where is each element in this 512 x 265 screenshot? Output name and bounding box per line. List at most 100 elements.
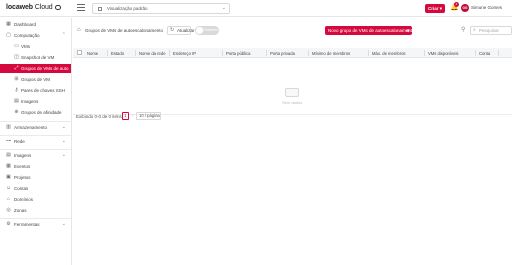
user-icon: ☺: [6, 185, 12, 191]
home-icon[interactable]: ⌂: [77, 27, 81, 34]
computer-icon: ▢: [6, 32, 11, 38]
sidebar-item-label: Rede: [14, 139, 25, 144]
page-number[interactable]: 1: [122, 112, 129, 120]
sidebar-item-ssh-keys[interactable]: ⚷ Pares de chaves SSH: [0, 86, 71, 95]
calendar-icon: ▦: [6, 163, 11, 169]
sidebar-item-affinity-groups[interactable]: ⊕ Grupos de afinidade: [0, 108, 71, 117]
logo[interactable]: locaweb Cloud: [6, 4, 61, 11]
menu-toggle-button[interactable]: [77, 4, 85, 12]
sidebar-item-zones[interactable]: ◎ Zonas: [0, 206, 71, 215]
page-size-select[interactable]: 10 / página ⌄: [136, 112, 161, 120]
column-header[interactable]: Porta pública: [226, 51, 250, 56]
sidebar-item-label: Zonas: [14, 208, 27, 213]
refresh-button-label: Atualizar: [177, 28, 195, 33]
wrench-icon: ⚙: [6, 221, 11, 227]
column-separator: [498, 50, 499, 56]
new-group-button-label: Novo grupo de VMs de autoescalonamento: [328, 28, 415, 33]
sidebar-item-label: Grupos de VMs de auto: [21, 66, 69, 71]
empty-inbox-icon: [285, 88, 299, 97]
column-header[interactable]: Máx. de membros: [372, 51, 406, 56]
logo-text: locaweb: [6, 4, 33, 11]
sidebar-divider: [0, 135, 71, 136]
sidebar-item-tools[interactable]: ⚙ Ferramentas ⌄: [0, 220, 71, 229]
sidebar-item-label: Armazenamento: [14, 125, 48, 130]
project-select-value: Visualização padrão: [107, 6, 148, 11]
sidebar-item-label: Eventos: [14, 164, 31, 169]
sidebar-item-label: Contas: [14, 186, 29, 191]
sidebar-item-label: Imagens: [14, 153, 32, 158]
sidebar-item-vms[interactable]: ▭ VMs: [0, 42, 71, 51]
new-autoscale-group-button[interactable]: Novo grupo de VMs de autoescalonamento ⊕: [325, 26, 415, 35]
sidebar-item-label: Computação: [14, 33, 40, 38]
sidebar-item-dashboard[interactable]: ▦ Dashboard: [0, 20, 71, 29]
column-header[interactable]: Estado: [111, 51, 124, 56]
sidebar-item-images-sub[interactable]: ▤ Imagens: [0, 97, 71, 106]
chevron-left-icon[interactable]: ‹: [116, 113, 118, 119]
sidebar-item-accounts[interactable]: ☺ Contas: [0, 184, 71, 193]
sidebar-item-projects[interactable]: ▣ Projetos: [0, 173, 71, 182]
column-header[interactable]: Nome: [87, 51, 98, 56]
sidebar-item-snapshot-vm[interactable]: ◫ Snapshot de VM: [0, 53, 71, 62]
refresh-icon: ↻: [170, 27, 175, 33]
sidebar-item-storage[interactable]: ▥ Armazenamento ⌄: [0, 123, 71, 132]
empty-text: Sem dados: [282, 100, 303, 105]
globe-icon: ◎: [6, 207, 11, 213]
column-separator: [308, 50, 309, 56]
column-separator: [169, 50, 170, 56]
search-icon: ⌕: [473, 27, 476, 33]
search-input[interactable]: ⌕ Pesquisar: [470, 26, 512, 35]
sidebar-item-domains[interactable]: ⌂ Domínios: [0, 195, 71, 204]
sidebar-item-images[interactable]: ▤ Imagens ⌄: [0, 151, 71, 160]
details-toggle[interactable]: Detalhes: [195, 26, 219, 35]
camera-icon: ◫: [14, 54, 19, 60]
column-separator: [222, 50, 223, 56]
image-icon: ▤: [14, 98, 19, 104]
sidebar-item-network[interactable]: ⊶ Rede ⌄: [0, 137, 71, 146]
column-header[interactable]: Porta privada: [270, 51, 295, 56]
column-header[interactable]: Mínimo de membros: [312, 51, 350, 56]
sidebar-divider: [0, 149, 71, 150]
select-all-checkbox[interactable]: [77, 50, 82, 55]
sidebar-item-vm-groups[interactable]: ⊞ Grupos de VM: [0, 75, 71, 84]
toolbar: ⌂ Grupos de VMs de autoescalonamento ↻ A…: [73, 26, 512, 36]
plus-icon: ⊕: [406, 28, 410, 33]
grid-icon: [98, 7, 102, 11]
sidebar-item-computacao[interactable]: ▢ Computação ⌃: [0, 31, 71, 40]
domain-icon: ⌂: [6, 196, 11, 202]
image-icon: ▤: [6, 152, 11, 158]
user-name[interactable]: Simone Gomes: [471, 5, 502, 10]
sidebar-item-label: Snapshot de VM: [21, 55, 55, 60]
group-icon: ⊞: [14, 76, 19, 82]
dashboard-icon: ▦: [6, 21, 11, 27]
column-separator: [107, 50, 108, 56]
key-icon: ⚷: [14, 87, 19, 93]
avatar[interactable]: GG: [461, 4, 469, 12]
chevron-down-icon: ⌄: [61, 138, 66, 144]
scale-icon: ⤢: [14, 65, 19, 71]
project-select[interactable]: Visualização padrão ⌄: [92, 3, 230, 14]
create-button-label: Criar: [427, 6, 439, 11]
create-button[interactable]: Criar ▾: [425, 4, 445, 13]
column-header[interactable]: Endereço IP: [173, 51, 196, 56]
empty-state: Sem dados: [73, 58, 512, 115]
column-separator: [266, 50, 267, 56]
sidebar-item-events[interactable]: ▦ Eventos: [0, 162, 71, 171]
table-header: Nome Estado Nome da rede Endereço IP Por…: [73, 48, 512, 58]
toggle-knob: [196, 27, 203, 34]
column-separator: [368, 50, 369, 56]
sidebar-divider: [0, 218, 71, 219]
sidebar-item-autoscale-groups[interactable]: ⤢ Grupos de VMs de auto: [0, 64, 71, 73]
sidebar-item-label: Grupos de afinidade: [21, 110, 62, 115]
filter-icon[interactable]: ⚲: [461, 27, 465, 34]
chevron-right-icon[interactable]: ›: [132, 113, 134, 119]
sidebar-item-label: Dashboard: [14, 22, 37, 27]
refresh-button[interactable]: ↻ Atualizar: [167, 26, 195, 35]
pagination-total: Exibindo 0-0 de 0 itens: [76, 114, 122, 119]
column-header[interactable]: VMs disponíveis: [428, 51, 459, 56]
sidebar-item-label: Pares de chaves SSH: [21, 88, 66, 93]
column-header[interactable]: Nome da rede: [139, 51, 166, 56]
column-header[interactable]: Conta: [479, 51, 490, 56]
chevron-down-icon: ⌄: [221, 5, 226, 11]
hamburger-icon: [77, 4, 85, 5]
column-separator: [475, 50, 476, 56]
